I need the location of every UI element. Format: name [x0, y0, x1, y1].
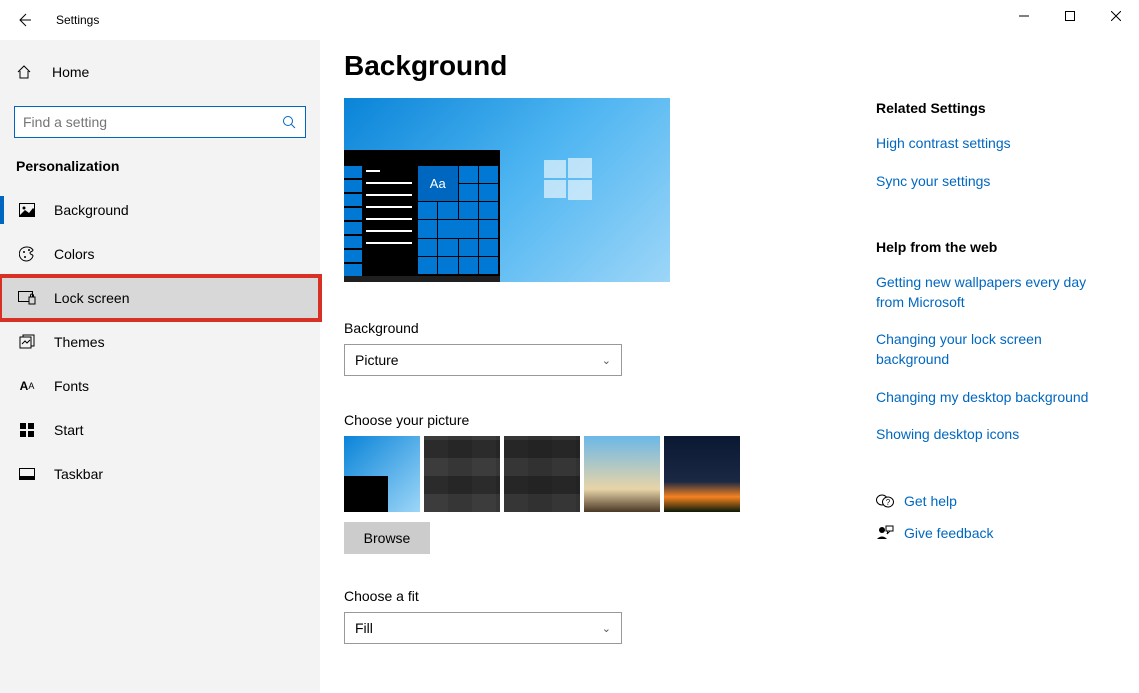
palette-icon [18, 246, 36, 262]
link-high-contrast[interactable]: High contrast settings [876, 134, 1116, 154]
close-button[interactable] [1093, 0, 1139, 32]
nav-label: Themes [54, 334, 105, 350]
link-help-wallpapers[interactable]: Getting new wallpapers every day from Mi… [876, 273, 1116, 312]
sidebar: Home Personalization Background Colors L… [0, 40, 320, 693]
search-box[interactable] [14, 106, 306, 138]
search-input[interactable] [23, 114, 282, 130]
window-title: Settings [56, 13, 99, 27]
link-get-help[interactable]: Get help [904, 493, 957, 509]
themes-icon [18, 334, 36, 350]
nav-label: Lock screen [54, 290, 129, 306]
nav-label: Fonts [54, 378, 89, 394]
picture-thumb-1[interactable] [344, 436, 420, 512]
link-sync-settings[interactable]: Sync your settings [876, 172, 1116, 192]
link-help-desktop-icons[interactable]: Showing desktop icons [876, 425, 1116, 445]
dropdown-value: Fill [355, 620, 373, 636]
sidebar-item-themes[interactable]: Themes [0, 320, 320, 364]
fit-dropdown[interactable]: Fill ⌄ [344, 612, 622, 644]
home-label: Home [52, 64, 89, 80]
dropdown-value: Picture [355, 352, 399, 368]
fit-dropdown-label: Choose a fit [344, 588, 1139, 604]
picture-thumb-2[interactable] [424, 436, 500, 512]
windows-logo-icon [544, 156, 592, 204]
nav-label: Colors [54, 246, 94, 262]
page-title: Background [344, 50, 1139, 82]
sidebar-item-background[interactable]: Background [0, 188, 320, 232]
sidebar-item-lock-screen[interactable]: Lock screen [0, 276, 320, 320]
help-heading: Help from the web [876, 239, 1116, 255]
sidebar-item-colors[interactable]: Colors [0, 232, 320, 276]
chevron-down-icon: ⌄ [602, 622, 611, 635]
link-help-desktop-background[interactable]: Changing my desktop background [876, 388, 1116, 408]
maximize-button[interactable] [1047, 0, 1093, 32]
fonts-icon: AA [18, 379, 36, 393]
picture-thumb-5[interactable] [664, 436, 740, 512]
link-give-feedback[interactable]: Give feedback [904, 525, 994, 541]
background-preview: Aa [344, 98, 670, 282]
titlebar: Settings [0, 0, 1139, 40]
start-icon [18, 423, 36, 437]
sidebar-item-taskbar[interactable]: Taskbar [0, 452, 320, 496]
taskbar-icon [18, 468, 36, 480]
section-label: Personalization [0, 138, 320, 188]
picture-icon [18, 203, 36, 217]
get-help-icon: ? [876, 493, 904, 509]
browse-button[interactable]: Browse [344, 522, 430, 554]
chevron-down-icon: ⌄ [602, 354, 611, 367]
preview-sample-tile: Aa [418, 166, 458, 201]
home-icon [16, 64, 36, 80]
preview-start-menu: Aa [344, 150, 500, 282]
sidebar-item-start[interactable]: Start [0, 408, 320, 452]
sidebar-item-fonts[interactable]: AA Fonts [0, 364, 320, 408]
lock-screen-icon [18, 291, 36, 305]
minimize-button[interactable] [1001, 0, 1047, 32]
back-button[interactable] [0, 0, 48, 40]
home-link[interactable]: Home [0, 50, 320, 94]
picture-thumb-4[interactable] [584, 436, 660, 512]
picture-thumb-3[interactable] [504, 436, 580, 512]
background-dropdown[interactable]: Picture ⌄ [344, 344, 622, 376]
related-settings-heading: Related Settings [876, 100, 1116, 116]
feedback-icon [876, 525, 904, 541]
search-icon [282, 115, 297, 130]
nav-label: Background [54, 202, 129, 218]
svg-text:?: ? [886, 498, 891, 507]
nav-label: Taskbar [54, 466, 103, 482]
nav-label: Start [54, 422, 84, 438]
link-help-lockscreen[interactable]: Changing your lock screen background [876, 330, 1116, 369]
right-panel: Related Settings High contrast settings … [876, 100, 1116, 557]
